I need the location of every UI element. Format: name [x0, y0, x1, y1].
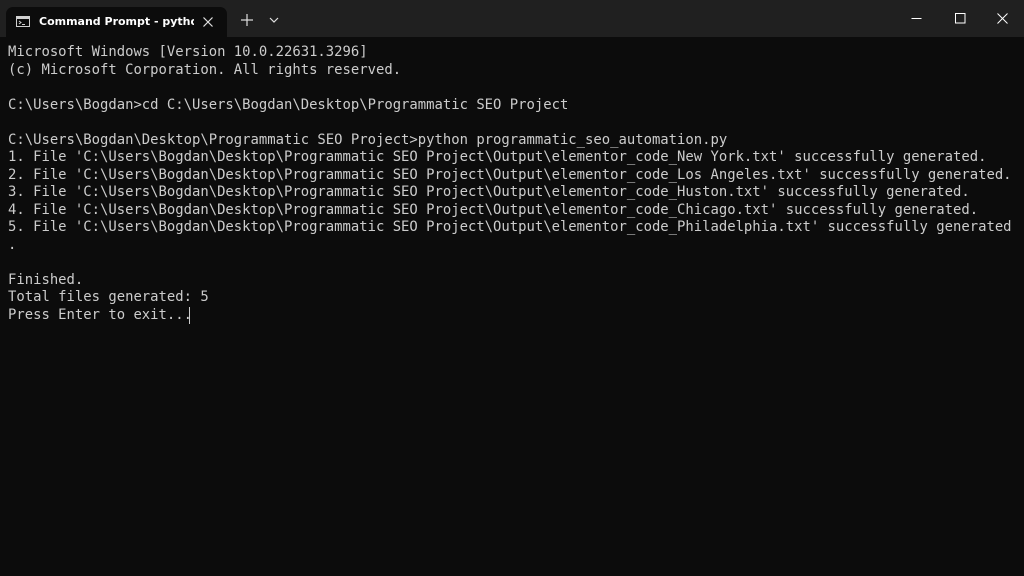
console-line: 2. File 'C:\Users\Bogdan\Desktop\Program…: [8, 167, 1012, 183]
title-bar[interactable]: Command Prompt - python p: [0, 0, 1024, 37]
console-line: 3. File 'C:\Users\Bogdan\Desktop\Program…: [8, 184, 970, 200]
console-line: 1. File 'C:\Users\Bogdan\Desktop\Program…: [8, 149, 987, 165]
console-output[interactable]: Microsoft Windows [Version 10.0.22631.32…: [0, 37, 1024, 576]
console-line: Press Enter to exit...: [8, 307, 192, 323]
console-line: Microsoft Windows [Version 10.0.22631.32…: [8, 44, 368, 60]
tab-command-prompt[interactable]: Command Prompt - python p: [6, 7, 227, 37]
chevron-down-icon[interactable]: [268, 14, 280, 26]
console-line: 4. File 'C:\Users\Bogdan\Desktop\Program…: [8, 202, 979, 218]
close-button[interactable]: [980, 0, 1024, 37]
terminal-window: Command Prompt - python p: [0, 0, 1024, 576]
cmd-icon: [16, 16, 30, 27]
console-line: Finished.: [8, 272, 84, 288]
console-line: (c) Microsoft Corporation. All rights re…: [8, 62, 402, 78]
maximize-icon: [955, 13, 966, 24]
console-line: .: [8, 237, 17, 253]
close-icon[interactable]: [201, 15, 215, 29]
console-line: C:\Users\Bogdan>cd C:\Users\Bogdan\Deskt…: [8, 97, 569, 113]
console-line: Total files generated: 5: [8, 289, 209, 305]
minimize-icon: [911, 18, 922, 19]
plus-icon[interactable]: [239, 12, 255, 28]
console-line: 5. File 'C:\Users\Bogdan\Desktop\Program…: [8, 219, 1012, 235]
text-cursor: [189, 307, 190, 324]
tab-title: Command Prompt - python p: [39, 15, 194, 28]
console-line: C:\Users\Bogdan\Desktop\Programmatic SEO…: [8, 132, 728, 148]
minimize-button[interactable]: [894, 0, 940, 37]
close-icon: [997, 13, 1008, 24]
maximize-button[interactable]: [938, 0, 984, 37]
